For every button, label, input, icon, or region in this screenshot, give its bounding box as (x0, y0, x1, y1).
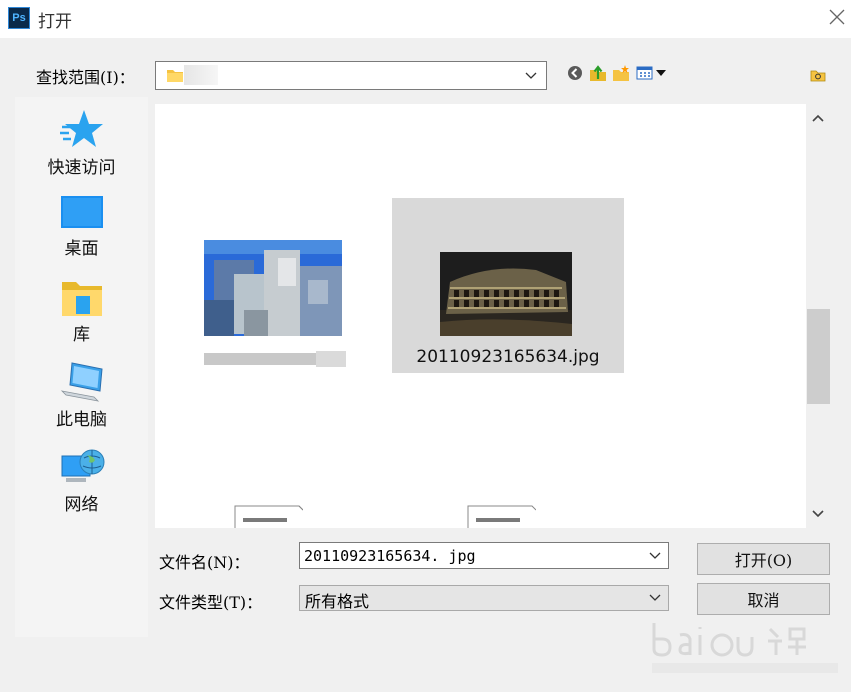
up-folder-icon[interactable] (589, 64, 607, 82)
file-type-field-label: 文件类型(T)： (159, 593, 263, 612)
photoshop-app-icon: Ps (8, 7, 30, 29)
vertical-scrollbar[interactable] (806, 104, 830, 528)
title-bar (0, 0, 851, 38)
place-this-pc[interactable]: 此电脑 (15, 361, 148, 430)
library-folder-icon (61, 282, 102, 316)
file-type-value: 所有格式 (305, 592, 370, 611)
back-icon[interactable] (566, 64, 584, 82)
document-icon[interactable] (466, 504, 536, 528)
file-name-label[interactable]: 20110923165634.jpg (392, 347, 624, 367)
place-label: 网络 (64, 495, 99, 515)
image-thumbnail-redacted[interactable] (204, 240, 342, 336)
look-in-redacted-value (184, 65, 218, 85)
view-menu-icon[interactable] (636, 64, 668, 82)
baidu-jingyan-watermark-logo (652, 623, 838, 673)
scrollbar-thumb[interactable] (807, 309, 830, 404)
place-label: 快速访问 (47, 158, 116, 178)
open-button[interactable]: 打开(O) (697, 543, 830, 575)
place-desktop[interactable]: 桌面 (15, 194, 148, 259)
file-name-input[interactable] (300, 543, 634, 568)
place-library[interactable]: 库 (15, 278, 148, 345)
file-name-redacted[interactable] (204, 347, 346, 371)
scroll-down-icon[interactable] (810, 506, 826, 522)
chevron-down-icon[interactable] (524, 69, 538, 83)
close-icon[interactable] (826, 6, 848, 28)
desktop-icon (60, 196, 103, 228)
network-icon (61, 449, 104, 482)
place-label: 此电脑 (56, 410, 107, 430)
place-network[interactable]: 网络 (15, 446, 148, 515)
file-list[interactable]: 20110923165634.jpg (155, 104, 806, 528)
places-bar: 快速访问 桌面 库 此电脑 网络 (15, 97, 148, 637)
chevron-down-icon[interactable] (648, 591, 662, 605)
new-folder-icon[interactable] (612, 64, 630, 82)
folder-star-icon[interactable] (810, 68, 826, 82)
folder-icon (167, 70, 183, 82)
place-label: 桌面 (64, 239, 99, 259)
window-title: 打开 (38, 12, 72, 32)
image-thumbnail-colosseum[interactable] (440, 252, 572, 336)
document-icon[interactable] (233, 504, 303, 528)
file-name-field-label: 文件名(N)： (159, 553, 250, 572)
file-name-combo[interactable] (299, 542, 669, 569)
file-type-dropdown[interactable]: 所有格式 (299, 585, 669, 611)
look-in-dropdown[interactable] (155, 61, 547, 90)
look-in-label: 查找范围(I)： (36, 68, 135, 87)
scroll-up-icon[interactable] (810, 110, 826, 126)
place-label: 库 (73, 325, 90, 345)
cancel-button[interactable]: 取消 (697, 583, 830, 615)
chevron-down-icon[interactable] (648, 549, 662, 563)
computer-icon (60, 362, 103, 402)
place-quick-access[interactable]: 快速访问 (15, 107, 148, 178)
star-icon (59, 110, 103, 147)
